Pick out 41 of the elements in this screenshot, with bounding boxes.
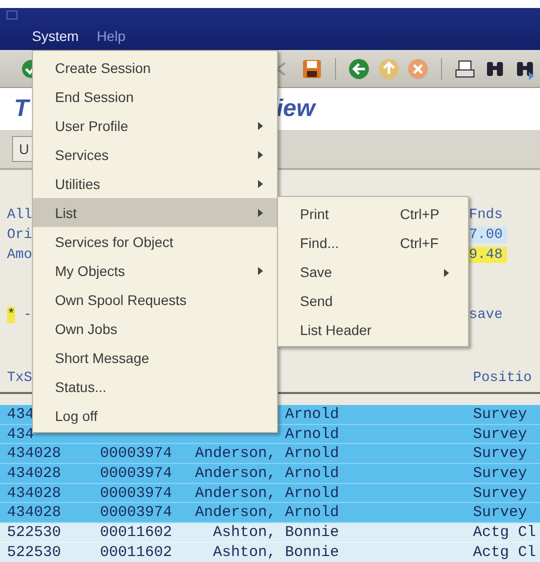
table-cell: 522530 <box>7 524 62 541</box>
table-cell: Anderson, Arnold <box>195 464 340 482</box>
table-cell: 434 <box>7 406 34 423</box>
table-cell: 522530 <box>7 544 62 561</box>
column-header: Positio <box>473 370 532 386</box>
table-cell: 434028 <box>7 464 62 482</box>
table-cell: 434028 <box>7 504 62 522</box>
table-cell: Survey <box>473 406 528 423</box>
table-cell: 00011602 <box>100 544 172 561</box>
column-header: TxS <box>7 370 32 386</box>
table-cell-text: Arnold <box>284 406 340 423</box>
table-cell: Survey <box>473 445 528 462</box>
table-cell: Actg Cl <box>473 544 536 561</box>
table-cell: 00003974 <box>100 484 172 502</box>
table-cell: Survey <box>473 464 528 482</box>
table-cell: 00003974 <box>100 464 172 482</box>
field-label: Ori <box>7 227 32 243</box>
table-cell: 434028 <box>7 484 62 502</box>
table-cell: 434028 <box>7 445 62 462</box>
table-cell: 00003974 <box>100 504 172 522</box>
field-label: Amo <box>7 247 32 263</box>
table-cell-text: Arnold <box>284 426 340 443</box>
table-cell-text: Ashton, Bonnie <box>212 524 340 541</box>
page-title: T <box>14 95 29 123</box>
table-cell: Actg Cl <box>473 524 536 541</box>
table-cell: Survey <box>473 504 528 522</box>
page-title: iew <box>276 95 315 123</box>
field-label: - <box>23 307 32 323</box>
field-label: All <box>7 207 32 223</box>
table-cell-text: Ashton, Bonnie <box>212 544 340 561</box>
table-cell: Anderson, Arnold <box>195 504 340 522</box>
table-cell: Anderson, Arnold <box>195 484 340 502</box>
table-cell: 00003974 <box>100 445 172 462</box>
field-value: Fnds <box>468 207 504 223</box>
marker: * <box>7 307 16 323</box>
table-cell: 00011602 <box>100 524 172 541</box>
table-cell: Survey <box>473 426 528 443</box>
table-cell: Survey <box>473 484 528 502</box>
table-cell: Anderson, Arnold <box>195 445 340 462</box>
field-value: save <box>468 307 504 323</box>
table-cell: 434 <box>7 426 34 443</box>
